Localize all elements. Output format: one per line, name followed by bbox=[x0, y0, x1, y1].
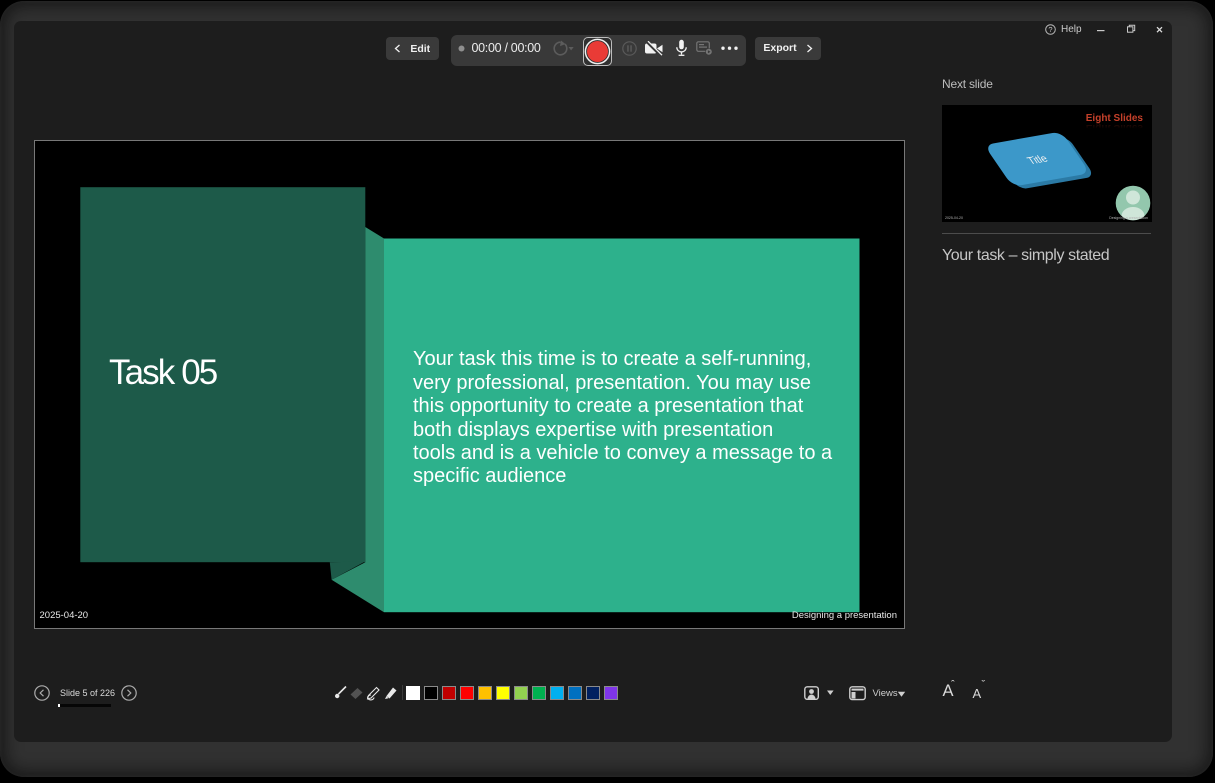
svg-text:?: ? bbox=[1048, 25, 1052, 34]
